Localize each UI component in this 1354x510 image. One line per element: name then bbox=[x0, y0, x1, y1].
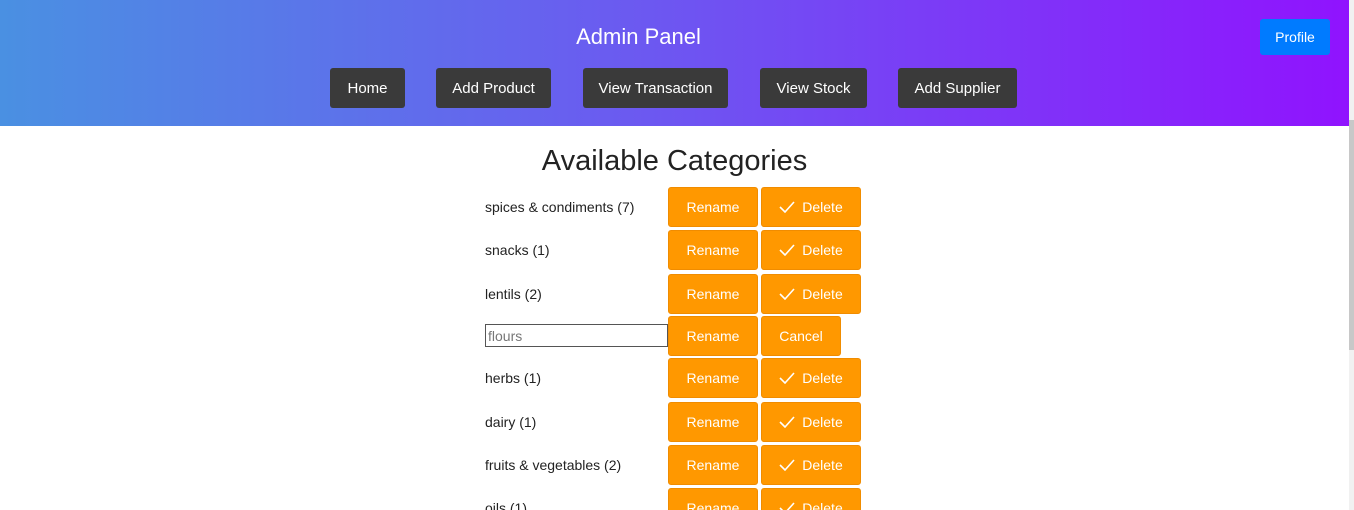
category-label: lentils (2) bbox=[485, 286, 542, 302]
category-label: snacks (1) bbox=[485, 242, 550, 258]
nav-view-stock-button[interactable]: View Stock bbox=[760, 68, 867, 108]
rename-button[interactable]: Rename bbox=[668, 274, 758, 314]
delete-button[interactable]: Delete bbox=[761, 358, 861, 398]
category-label: oils (1) bbox=[485, 500, 528, 510]
delete-label: Delete bbox=[802, 242, 843, 258]
category-label: spices & condiments (7) bbox=[485, 199, 635, 215]
check-icon bbox=[779, 372, 795, 384]
delete-button[interactable]: Delete bbox=[761, 187, 861, 227]
delete-label: Delete bbox=[802, 199, 843, 215]
delete-button[interactable]: Delete bbox=[761, 445, 861, 485]
nav-add-supplier-button[interactable]: Add Supplier bbox=[898, 68, 1017, 108]
check-icon bbox=[779, 288, 795, 300]
nav-add-product-button[interactable]: Add Product bbox=[436, 68, 551, 108]
category-label: fruits & vegetables (2) bbox=[485, 457, 622, 473]
cancel-button[interactable]: Cancel bbox=[761, 316, 841, 356]
rename-button[interactable]: Rename bbox=[668, 187, 758, 227]
category-label: herbs (1) bbox=[485, 370, 542, 386]
delete-label: Delete bbox=[802, 370, 843, 386]
nav-view-transaction-button[interactable]: View Transaction bbox=[583, 68, 728, 108]
app-title: Admin Panel bbox=[576, 24, 701, 49]
check-icon bbox=[779, 416, 795, 428]
delete-label: Delete bbox=[802, 500, 843, 510]
rename-button[interactable]: Rename bbox=[668, 445, 758, 485]
delete-button[interactable]: Delete bbox=[761, 488, 861, 510]
rename-button[interactable]: Rename bbox=[668, 488, 758, 510]
rename-button[interactable]: Rename bbox=[668, 402, 758, 442]
category-label: dairy (1) bbox=[485, 414, 537, 430]
page: Admin Panel Profile Home Add Product Vie… bbox=[0, 0, 1354, 510]
delete-label: Delete bbox=[802, 286, 843, 302]
check-icon bbox=[779, 502, 795, 510]
rename-button[interactable]: Rename bbox=[668, 358, 758, 398]
category-name-input[interactable] bbox=[485, 324, 668, 347]
scrollbar-thumb[interactable] bbox=[1349, 120, 1354, 350]
header: Admin Panel Profile Home Add Product Vie… bbox=[0, 0, 1349, 126]
page-title: Available Categories bbox=[541, 145, 808, 177]
rename-button[interactable]: Rename bbox=[668, 316, 758, 356]
profile-button[interactable]: Profile bbox=[1260, 19, 1330, 55]
delete-button[interactable]: Delete bbox=[761, 230, 861, 270]
nav-home-button[interactable]: Home bbox=[330, 68, 405, 108]
delete-label: Delete bbox=[802, 457, 843, 473]
rename-button[interactable]: Rename bbox=[668, 230, 758, 270]
delete-label: Delete bbox=[802, 414, 843, 430]
delete-button[interactable]: Delete bbox=[761, 274, 861, 314]
check-icon bbox=[779, 201, 795, 213]
check-icon bbox=[779, 244, 795, 256]
delete-button[interactable]: Delete bbox=[761, 402, 861, 442]
check-icon bbox=[779, 459, 795, 471]
